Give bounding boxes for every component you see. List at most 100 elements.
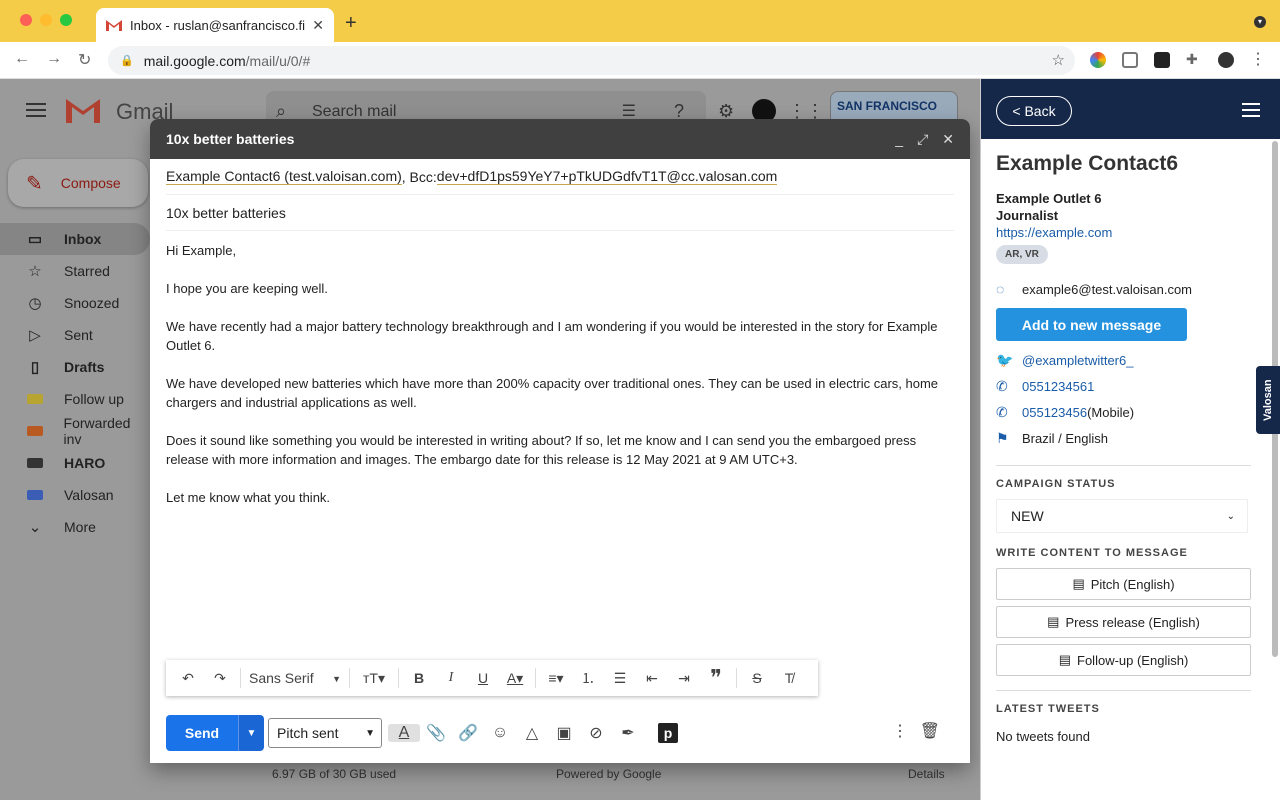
sidebar-item-starred[interactable]: ☆ Starred — [0, 255, 150, 287]
contact-email[interactable]: example6@test.valoisan.com — [1022, 282, 1192, 297]
gmail-footer: 6.97 GB of 30 GB used Powered by Google … — [272, 767, 952, 781]
search-options-icon[interactable]: ☰ — [622, 101, 636, 121]
back-arrow-icon[interactable]: ← — [14, 50, 30, 68]
back-button[interactable]: < Back — [996, 96, 1072, 126]
confidential-mode-icon[interactable]: ⊘ — [580, 723, 612, 743]
undo-icon[interactable]: ↶ — [172, 670, 204, 687]
close-tab-icon[interactable]: ✕ — [312, 17, 324, 34]
bulleted-list-icon[interactable]: ☰ — [604, 670, 636, 687]
chevron-down-icon: ⌄ — [1226, 510, 1235, 522]
language-icon: ⚑ — [996, 429, 1009, 446]
chrome-extension-icon[interactable] — [1090, 52, 1106, 68]
attach-file-icon[interactable]: 📎 — [420, 723, 452, 743]
emoji-icon[interactable]: ☺ — [484, 724, 516, 742]
mobile-link[interactable]: 055123456 — [1022, 404, 1087, 421]
drive-icon[interactable]: △ — [516, 723, 548, 743]
sidebar-item-haro[interactable]: HARO — [0, 447, 150, 479]
subject-field[interactable]: 10x better batteries — [166, 195, 954, 231]
numbered-list-icon[interactable]: ⒈ — [572, 668, 604, 688]
to-recipient[interactable]: Example Contact6 (test.valoisan.com) — [166, 168, 402, 185]
sidebar-item-forwarded[interactable]: Forwarded inv — [0, 415, 150, 447]
bold-icon[interactable]: B — [403, 670, 435, 686]
document-icon: ▤ — [1072, 576, 1085, 591]
signature-icon[interactable]: ✒ — [612, 723, 644, 743]
formatting-options-icon[interactable]: A — [388, 724, 420, 742]
minimize-icon[interactable]: _ — [895, 131, 903, 147]
sidebar-item-valosan[interactable]: Valosan — [0, 479, 150, 511]
indent-more-icon[interactable]: ⇥ — [668, 670, 700, 687]
italic-icon[interactable]: I — [435, 670, 467, 686]
tab-search-icon[interactable]: ▾ — [1254, 16, 1266, 28]
insert-link-icon[interactable]: 🔗 — [452, 723, 484, 743]
insert-photo-icon[interactable]: ▣ — [548, 723, 580, 743]
follow-up-english-button[interactable]: ▤ Follow-up (English) — [996, 644, 1251, 676]
remove-formatting-icon[interactable]: T̸ — [773, 670, 805, 686]
details-link[interactable]: Details — [908, 767, 945, 781]
reload-icon[interactable]: ↻ — [78, 50, 91, 70]
mobile-suffix: (Mobile) — [1087, 404, 1135, 420]
underline-icon[interactable]: U — [467, 670, 499, 686]
send-button[interactable]: Send — [166, 715, 238, 751]
more-options-icon[interactable]: ⋮ — [892, 721, 908, 741]
close-window-button[interactable] — [20, 14, 32, 26]
url-path: /mail/u/0/# — [245, 52, 311, 69]
body-paragraph: Hi Example, — [166, 243, 237, 258]
browser-tab-strip: Inbox - ruslan@sanfrancisco.fi ✕ + ▾ — [0, 0, 1280, 42]
bcc-recipient[interactable]: dev+dfD1ps59YeY7+pTkUDGdfvT1T@cc.valosan… — [436, 168, 778, 185]
phone-row: ✆ 0551234561 — [996, 373, 1251, 399]
chat-bubble-icon: ◌ — [996, 281, 1005, 297]
pitch-english-button[interactable]: ▤ Pitch (English) — [996, 568, 1251, 600]
quote-icon[interactable]: ❞ — [700, 665, 732, 691]
maximize-window-button[interactable] — [60, 14, 72, 26]
sidebar-item-follow-up[interactable]: Follow up — [0, 383, 150, 415]
font-size-icon[interactable]: тT▾ — [354, 670, 394, 687]
profile-avatar-icon[interactable] — [1218, 52, 1234, 68]
sidebar-item-label: More — [64, 519, 96, 535]
add-to-new-message-button[interactable]: Add to new message — [996, 308, 1187, 341]
sidebar-item-snoozed[interactable]: ◷ Snoozed — [0, 287, 150, 319]
expand-icon[interactable]: ⤢ — [917, 131, 928, 148]
font-family-select[interactable]: Sans Serif ▼ — [245, 670, 345, 686]
vimeo-extension-icon[interactable] — [1154, 52, 1170, 68]
redo-icon[interactable]: ↷ — [204, 670, 236, 687]
recipients-field[interactable]: Example Contact6 (test.valoisan.com), Bc… — [166, 159, 954, 195]
add-button-label: Add to new message — [1021, 316, 1162, 333]
contact-website-link[interactable]: https://example.com — [996, 224, 1251, 241]
screenshot-extension-icon[interactable] — [1122, 52, 1138, 68]
browser-menu-icon[interactable]: ⋮ — [1250, 49, 1266, 68]
twitter-link[interactable]: @exampletwitter6_ — [1022, 352, 1133, 369]
strikethrough-icon[interactable]: S — [741, 670, 773, 686]
campaign-status-select[interactable]: NEW ⌄ — [996, 499, 1248, 533]
discard-trash-icon[interactable]: 🗑 — [920, 721, 940, 741]
back-label: < Back — [1012, 103, 1056, 119]
side-tab-label: Valosan — [1262, 379, 1274, 421]
sidebar-item-sent[interactable]: ▷ Sent — [0, 319, 150, 351]
main-menu-icon[interactable] — [26, 103, 46, 117]
indent-less-icon[interactable]: ⇤ — [636, 670, 668, 687]
browser-tab-gmail[interactable]: Inbox - ruslan@sanfrancisco.fi ✕ — [96, 8, 334, 42]
send-options-button[interactable]: ▼ — [238, 715, 264, 751]
message-body[interactable]: Hi Example, I hope you are keeping well.… — [166, 231, 956, 507]
sidebar-item-inbox[interactable]: ▭ Inbox — [0, 223, 150, 255]
close-icon[interactable]: ✕ — [942, 131, 954, 148]
bookmark-star-icon[interactable]: ☆ — [1052, 51, 1065, 69]
valosan-side-tab[interactable]: Valosan — [1256, 366, 1280, 434]
body-paragraph: I hope you are keeping well. — [166, 281, 328, 296]
sidebar-item-label: Drafts — [64, 359, 105, 375]
minimize-window-button[interactable] — [40, 14, 52, 26]
pitch-status-select[interactable]: Pitch sent ▼ — [268, 718, 382, 748]
sidebar-item-more[interactable]: ⌄ More — [0, 511, 150, 543]
plugin-p-icon[interactable]: p — [658, 723, 678, 743]
phone-link[interactable]: 0551234561 — [1022, 378, 1094, 395]
url-bar[interactable]: 🔒 mail.google.com/mail/u/0/# ☆ — [108, 46, 1075, 75]
send-icon: ▷ — [29, 327, 41, 344]
puzzle-extensions-icon[interactable]: ✚ — [1186, 51, 1202, 67]
text-color-icon[interactable]: A▾ — [499, 670, 531, 687]
panel-menu-icon[interactable] — [1242, 103, 1260, 117]
new-tab-button[interactable]: + — [345, 12, 357, 35]
sidebar-item-drafts[interactable]: ▯ Drafts — [0, 351, 150, 383]
align-icon[interactable]: ≡▾ — [540, 670, 572, 687]
forward-arrow-icon[interactable]: → — [46, 50, 62, 68]
press-release-english-button[interactable]: ▤ Press release (English) — [996, 606, 1251, 638]
compose-button[interactable]: ✎ Compose — [8, 159, 148, 207]
